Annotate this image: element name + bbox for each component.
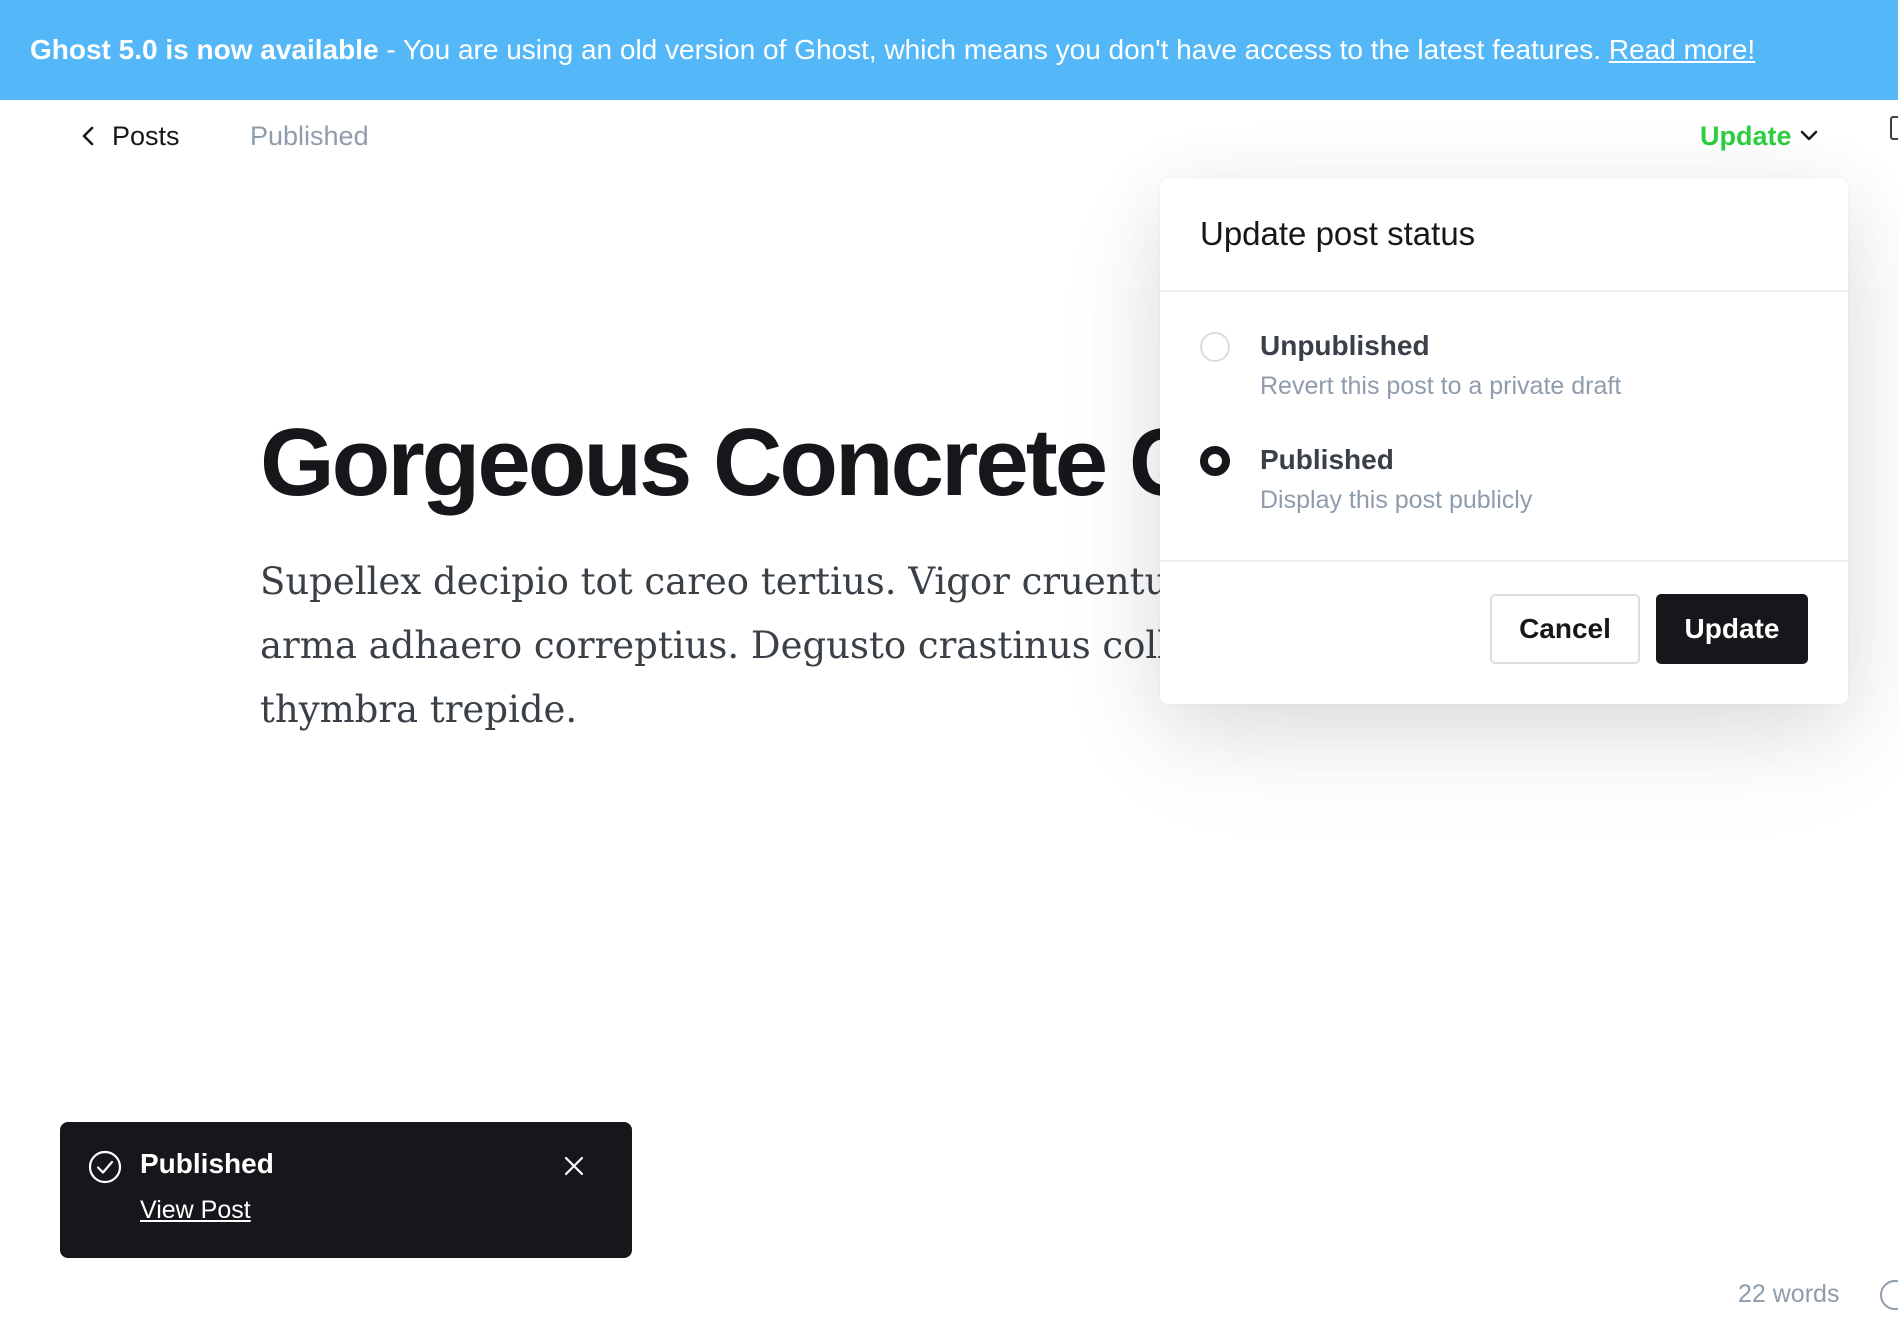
update-button[interactable]: Update (1656, 594, 1808, 664)
chevron-left-icon (82, 126, 94, 146)
banner-headline: Ghost 5.0 is now available (30, 34, 379, 65)
help-icon[interactable] (1880, 1280, 1898, 1310)
post-body-line: Supellex decipio tot careo tertius. Vigo… (260, 560, 1180, 603)
toast-title: Published (140, 1148, 274, 1179)
update-trigger-label: Update (1700, 120, 1792, 151)
option-description: Revert this post to a private draft (1260, 372, 1622, 400)
option-published[interactable]: Published Display this post publicly (1200, 444, 1800, 526)
post-body[interactable]: Supellex decipio tot careo tertius. Vigo… (260, 550, 1180, 742)
post-body-line: arma adhaero correptius. Degusto crastin… (260, 624, 1180, 667)
word-count: 22 words (1738, 1280, 1840, 1308)
option-label: Unpublished (1260, 330, 1430, 361)
banner-text: - You are using an old version of Ghost,… (378, 34, 1609, 65)
update-dropdown-trigger[interactable]: Update (1700, 118, 1818, 154)
cancel-button[interactable]: Cancel (1490, 594, 1640, 664)
settings-panel-icon[interactable] (1890, 116, 1898, 140)
post-body-line: thymbra trepide. (260, 688, 578, 731)
unpublished-radio[interactable] (1200, 332, 1230, 362)
update-status-dropdown: Update post status Unpublished Revert th… (1160, 178, 1848, 704)
editor-topbar: Posts Published Update (0, 100, 1898, 172)
option-description: Display this post publicly (1260, 486, 1533, 514)
check-circle-icon (88, 1150, 122, 1184)
back-to-posts-link[interactable]: Posts (82, 118, 180, 154)
published-radio[interactable] (1200, 446, 1230, 476)
banner-read-more-link[interactable]: Read more! (1609, 34, 1755, 65)
chevron-down-icon (1800, 130, 1817, 141)
back-link-label: Posts (112, 120, 180, 151)
published-toast: Published View Post (60, 1122, 632, 1258)
option-unpublished[interactable]: Unpublished Revert this post to a privat… (1200, 330, 1800, 412)
dropdown-title: Update post status (1160, 178, 1848, 292)
upgrade-banner: Ghost 5.0 is now available - You are usi… (0, 0, 1898, 100)
option-label: Published (1260, 444, 1394, 475)
close-icon[interactable] (560, 1152, 588, 1180)
view-post-link[interactable]: View Post (140, 1196, 251, 1225)
post-status-label: Published (250, 121, 369, 151)
dropdown-footer: Cancel Update (1160, 560, 1848, 704)
